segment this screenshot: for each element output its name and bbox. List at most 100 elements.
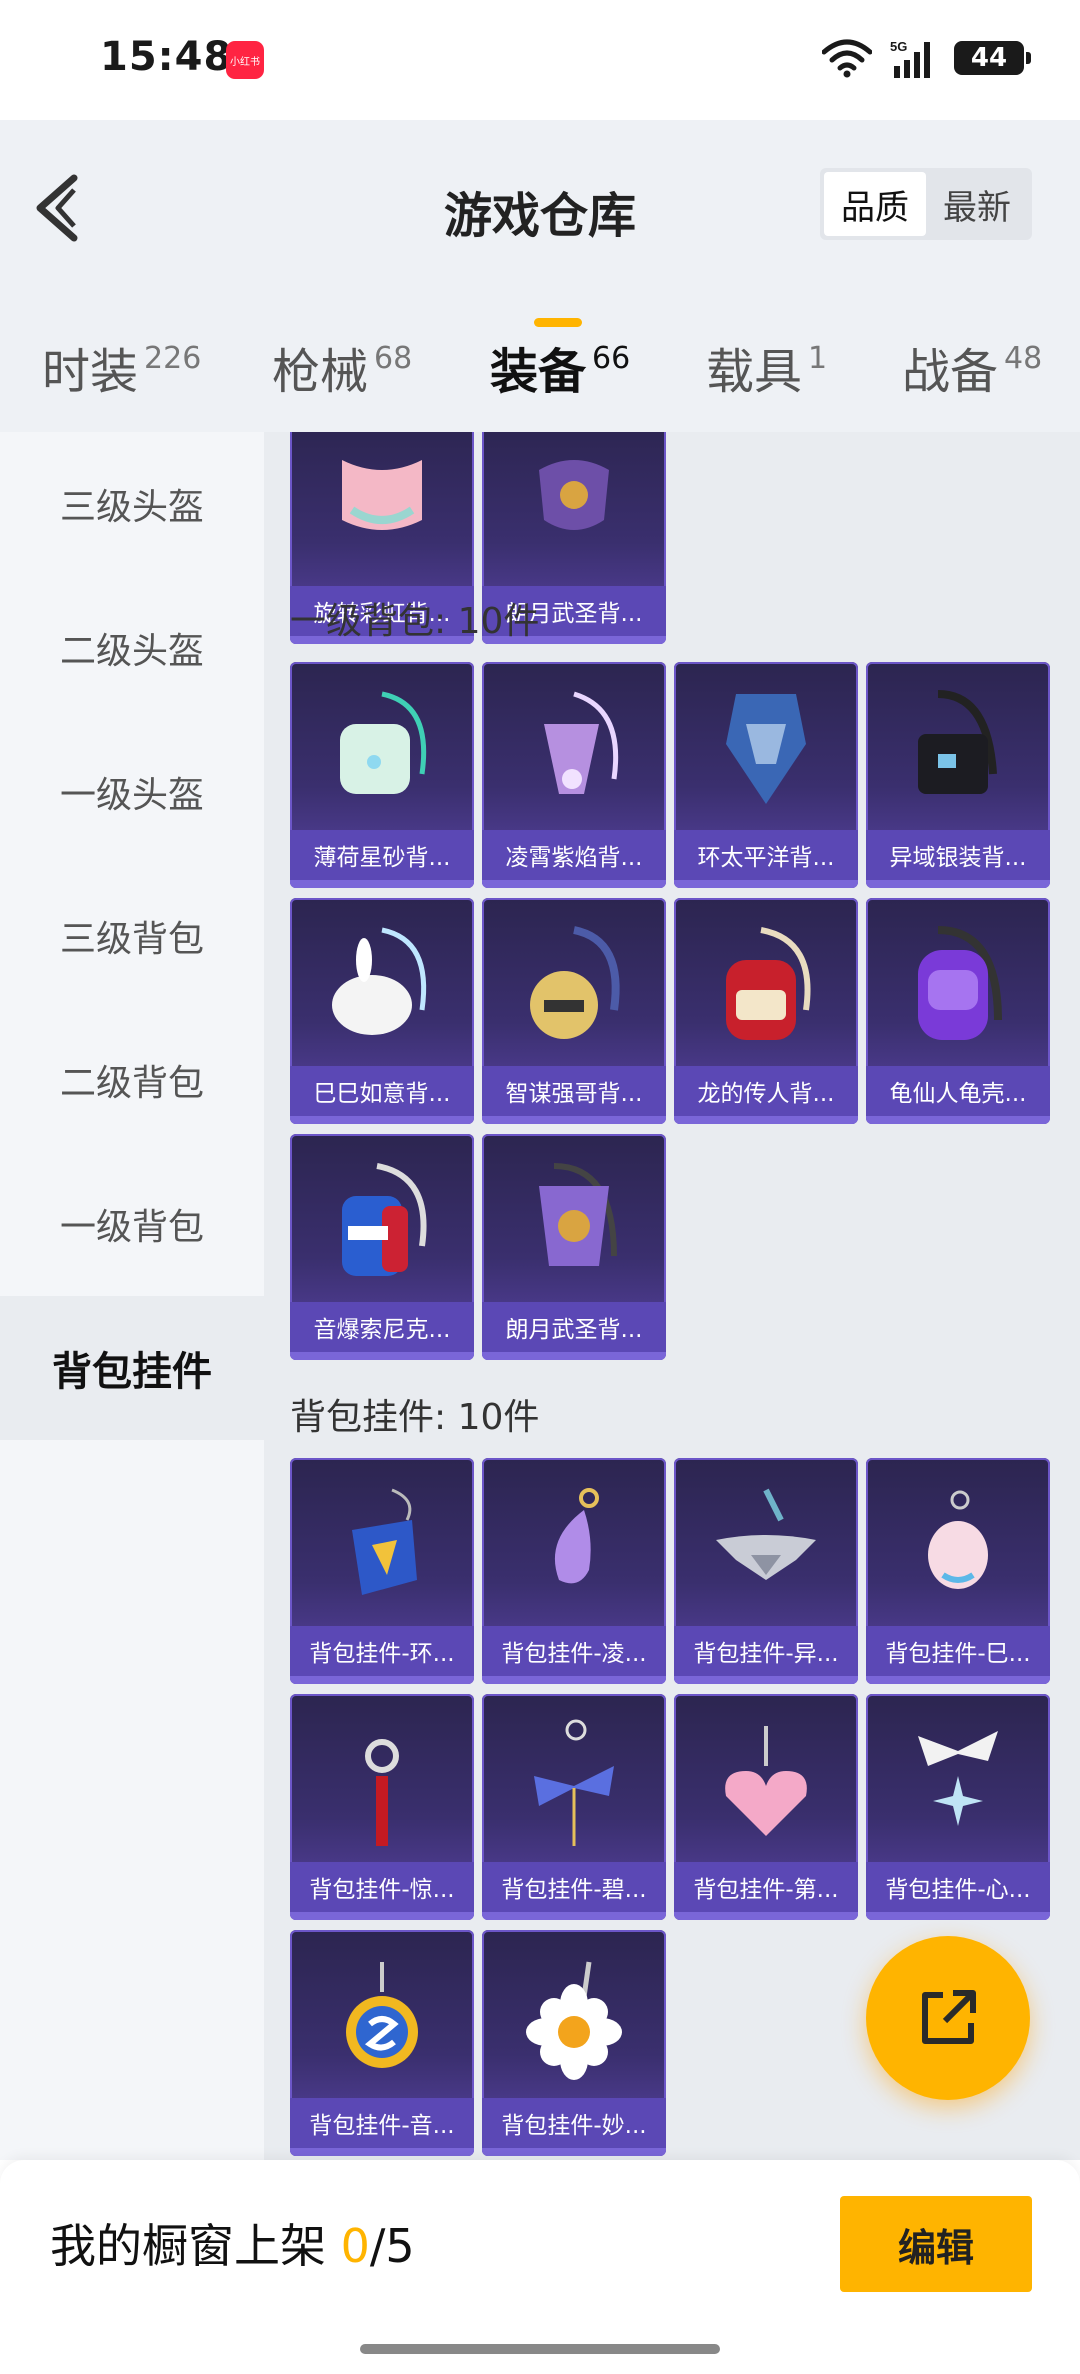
share-button[interactable]: [866, 1936, 1030, 2100]
item-name: 背包挂件-惊...: [290, 1862, 474, 1912]
rarity-bar: [482, 1116, 666, 1124]
sidebar-item-level2-helmet[interactable]: 二级头盔: [0, 576, 264, 720]
item-card[interactable]: 智谋强哥背...: [482, 898, 666, 1124]
item-name: 环太平洋背...: [674, 830, 858, 880]
category-tabs: 时装 226 枪械 68 装备 66 载具 1 战备 48: [0, 320, 1080, 432]
item-card[interactable]: 凌霄紫焰背...: [482, 662, 666, 888]
item-name: 龙的传人背...: [674, 1066, 858, 1116]
sort-by-newest-button[interactable]: 最新: [926, 172, 1028, 236]
item-card[interactable]: 背包挂件-异...: [674, 1458, 858, 1684]
page-header: 游戏仓库 品质 最新 时装 226 枪械 68 装备 66 载具 1 战备 48: [0, 120, 1080, 432]
rarity-bar: [866, 880, 1050, 888]
sidebar-item-level1-helmet[interactable]: 一级头盔: [0, 720, 264, 864]
tab-vehicles[interactable]: 载具 1: [706, 332, 827, 402]
tab-supplies[interactable]: 战备 48: [902, 332, 1042, 402]
red-backpack-icon: [726, 927, 811, 1040]
rarity-bar: [674, 1676, 858, 1684]
cellular-signal-icon: 5G: [890, 39, 930, 78]
item-name: 背包挂件-巳...: [866, 1626, 1050, 1676]
item-name: 龟仙人龟壳...: [866, 1066, 1050, 1116]
item-card[interactable]: 异域银装背...: [866, 662, 1050, 888]
item-card[interactable]: 背包挂件-心...: [866, 1694, 1050, 1920]
sidebar-item-level1-backpack[interactable]: 一级背包: [0, 1152, 264, 1296]
battery-icon: 44: [954, 41, 1031, 75]
rarity-bar: [290, 880, 474, 888]
item-name: 凌霄紫焰背...: [482, 830, 666, 880]
rarity-bar: [290, 1116, 474, 1124]
rarity-bar: [482, 2148, 666, 2156]
item-card[interactable]: 龟仙人龟壳...: [866, 898, 1050, 1124]
blue-bow-charm-icon: [534, 1719, 614, 1846]
shelf-count: 0: [340, 2219, 370, 2273]
rarity-bar: [482, 1676, 666, 1684]
lilac-backpack-icon: [544, 691, 619, 794]
item-card[interactable]: 巳巳如意背...: [290, 898, 474, 1124]
item-name: 背包挂件-心...: [866, 1862, 1050, 1912]
rarity-bar: [866, 1116, 1050, 1124]
item-name: 薄荷星砂背...: [290, 830, 474, 880]
item-name: 背包挂件-异...: [674, 1626, 858, 1676]
black-backpack-icon: [918, 690, 997, 794]
item-grid-area: 旋转彩虹背... 朗月武圣背... 一级背包: 10件 薄荷星砂背... 凌霄紫…: [264, 432, 1080, 2160]
item-card[interactable]: 背包挂件-妙...: [482, 1930, 666, 2156]
sidebar-item-level3-helmet[interactable]: 三级头盔: [0, 432, 264, 576]
item-card[interactable]: 背包挂件-惊...: [290, 1694, 474, 1920]
rarity-bar: [482, 1912, 666, 1920]
tab-firearms[interactable]: 枪械 68: [272, 332, 412, 402]
item-name: 朗月武圣背...: [482, 1302, 666, 1352]
mint-backpack-icon: [340, 691, 427, 794]
item-name: 背包挂件-碧...: [482, 1862, 666, 1912]
section-title-backpack-charms: 背包挂件: 10件: [290, 1397, 540, 1438]
item-card[interactable]: 背包挂件-第...: [674, 1694, 858, 1920]
app-notification-icon: 小红书: [226, 41, 264, 79]
white-bunny-backpack-icon: [332, 927, 427, 1035]
item-card[interactable]: 薄荷星砂背...: [290, 662, 474, 888]
item-card[interactable]: 背包挂件-凌...: [482, 1458, 666, 1684]
tab-equipment[interactable]: 装备 66: [490, 332, 630, 402]
system-icons: 5G 44: [822, 38, 1031, 78]
active-tab-indicator: [534, 318, 582, 327]
status-bar: 15:48 小红书 5G 44: [0, 0, 1080, 120]
tab-count: 226: [144, 341, 202, 376]
purple-backpack-icon: [539, 460, 609, 530]
item-name: 背包挂件-凌...: [482, 1626, 666, 1676]
item-card[interactable]: 朗月武圣背...: [482, 1134, 666, 1360]
sidebar-item-level2-backpack[interactable]: 二级背包: [0, 1008, 264, 1152]
rarity-bar: [290, 1676, 474, 1684]
tab-label: 时装: [42, 344, 139, 400]
item-card[interactable]: 背包挂件-环...: [290, 1458, 474, 1684]
rarity-bar: [674, 1116, 858, 1124]
sort-by-quality-button[interactable]: 品质: [824, 172, 926, 236]
wifi-icon: [822, 39, 872, 78]
bottom-bar: 我的橱窗上架 0/5 编辑: [0, 2160, 1080, 2374]
item-card[interactable]: 龙的传人背...: [674, 898, 858, 1124]
pink-snake-charm-icon: [928, 1490, 988, 1589]
purple-shell-backpack-icon: [918, 926, 1002, 1040]
sort-toggle: 品质 最新: [820, 168, 1032, 240]
item-card[interactable]: 背包挂件-巳...: [866, 1458, 1050, 1684]
tab-count: 68: [374, 341, 413, 376]
item-name: 巳巳如意背...: [290, 1066, 474, 1116]
pink-heart-charm-icon: [725, 1726, 807, 1836]
item-card[interactable]: 背包挂件-音...: [290, 1930, 474, 2156]
rarity-bar: [482, 1352, 666, 1360]
daisy-charm-icon: [526, 1961, 622, 2080]
item-name: 背包挂件-环...: [290, 1626, 474, 1676]
item-card[interactable]: 背包挂件-碧...: [482, 1694, 666, 1920]
rarity-bar: [290, 1352, 474, 1360]
edit-button[interactable]: 编辑: [840, 2196, 1032, 2292]
home-indicator[interactable]: [360, 2344, 720, 2354]
rarity-bar: [290, 1912, 474, 1920]
sidebar-item-level3-backpack[interactable]: 三级背包: [0, 864, 264, 1008]
item-card[interactable]: 环太平洋背...: [674, 662, 858, 888]
item-name: 智谋强哥背...: [482, 1066, 666, 1116]
sonic-ring-charm-icon: [346, 1962, 418, 2068]
item-card[interactable]: 音爆索尼克...: [290, 1134, 474, 1360]
silver-wing-charm-icon: [716, 1488, 816, 1580]
bear-backpack-icon: [530, 926, 620, 1039]
item-name: 背包挂件-第...: [674, 1862, 858, 1912]
rarity-bar: [290, 2148, 474, 2156]
tab-fashion[interactable]: 时装 226: [42, 332, 201, 402]
sidebar-item-backpack-charms[interactable]: 背包挂件: [0, 1296, 264, 1440]
sidebar: 三级头盔 二级头盔 一级头盔 三级背包 二级背包 一级背包 背包挂件: [0, 432, 264, 2160]
